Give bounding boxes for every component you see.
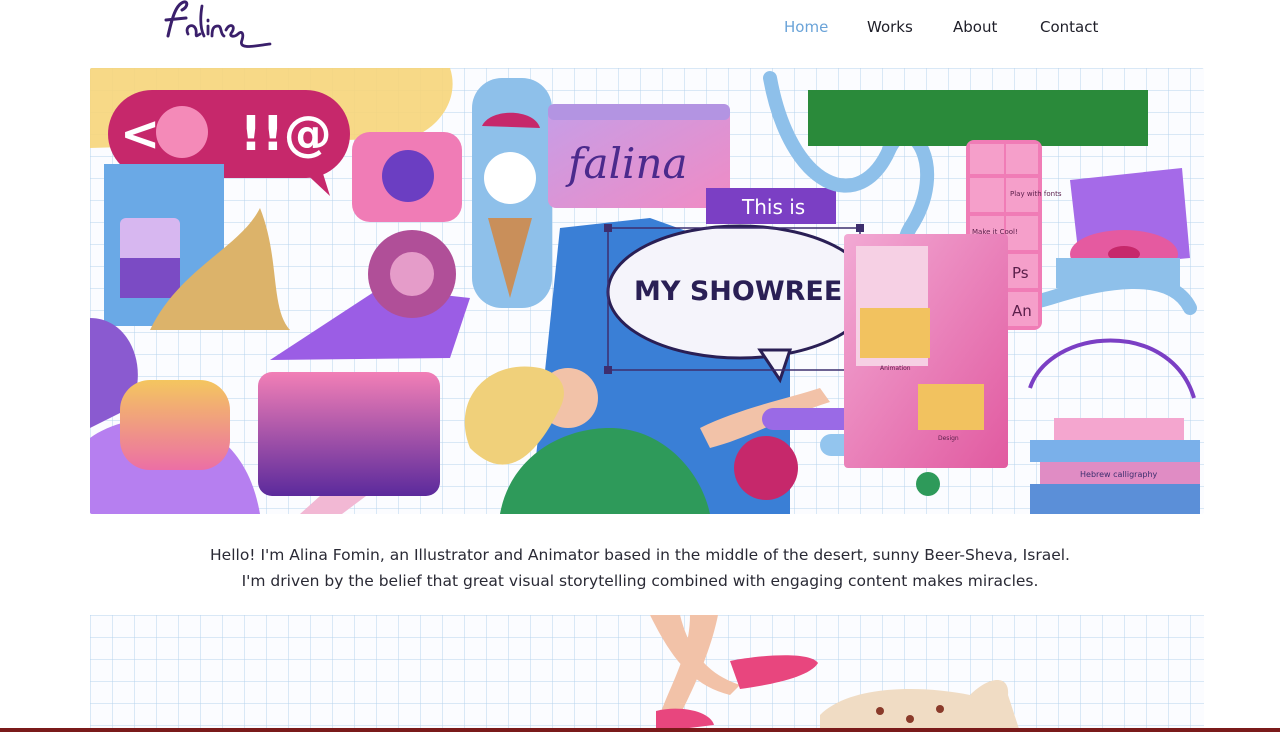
- logo-window: falina: [548, 104, 730, 208]
- svg-text:<: <: [120, 106, 160, 162]
- svg-text:Animation: Animation: [880, 365, 911, 372]
- svg-text:An: An: [1012, 302, 1032, 320]
- svg-text:Design: Design: [938, 435, 959, 442]
- svg-text:Play with fonts: Play with fonts: [1010, 190, 1062, 198]
- record-player: [1056, 168, 1190, 288]
- green-board: [808, 90, 1148, 146]
- walking-section-illustration: [90, 615, 1204, 732]
- svg-text:Ps: Ps: [1012, 264, 1029, 282]
- intro-line-1: Hello! I'm Alina Fomin, an Illustrator a…: [210, 546, 1070, 564]
- bottom-edge-bar: [0, 728, 1280, 732]
- svg-text:MY SHOWREEL: MY SHOWREEL: [634, 276, 859, 307]
- monitor: [258, 372, 440, 514]
- site-header: Home Works About Contact: [0, 0, 1280, 56]
- nav-home[interactable]: Home: [784, 16, 828, 38]
- nav-works[interactable]: Works: [867, 16, 913, 38]
- hero-illustration[interactable]: !!@ < falina This is MY SHOWREEL Play wi…: [90, 68, 1204, 514]
- nav-about[interactable]: About: [953, 16, 997, 38]
- main-nav: Home Works About Contact: [0, 16, 1280, 38]
- nav-contact[interactable]: Contact: [1040, 16, 1098, 38]
- puffer-jacket: [120, 380, 230, 470]
- design-screen: Animation Design: [844, 234, 1008, 468]
- intro-text: Hello! I'm Alina Fomin, an Illustrator a…: [0, 542, 1280, 594]
- intro-line-2: I'm driven by the belief that great visu…: [241, 572, 1039, 590]
- svg-text:Hebrew calligraphy: Hebrew calligraphy: [1080, 470, 1158, 479]
- svg-text:This is: This is: [741, 195, 805, 219]
- svg-text:!!@: !!@: [240, 106, 332, 162]
- svg-text:falina: falina: [565, 139, 688, 188]
- this-is-tag: This is: [706, 188, 836, 224]
